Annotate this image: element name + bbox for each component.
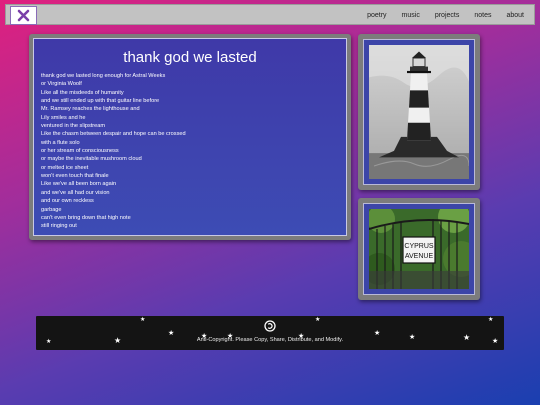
lighthouse-photo-frame [363, 39, 475, 185]
copyleft-icon [264, 320, 276, 332]
poem-line: Lily smiles and he [41, 114, 86, 121]
footer: ★ ★ ★ ★ ★ ★ ★ ★ ★ ★ ★ ★ ★ Anti-Copyright. Please Cop… [36, 316, 504, 350]
sign-line-1: CYPRUS [404, 243, 434, 250]
lighthouse-photo[interactable] [369, 45, 470, 179]
poem-line: Mr. Ramsey reaches the lighthouse and [41, 106, 140, 113]
star-icon: ★ [488, 317, 494, 323]
poem-line: Like we've all been born again [41, 181, 117, 188]
poem-line: or her stream of consciousness [41, 148, 119, 155]
nav-link-notes[interactable]: notes [474, 12, 491, 19]
street-sign-photo-panel: CYPRUS AVENUE [358, 198, 480, 300]
footer-copyright-text: Anti-Copyright. Please Copy, Share, Dist… [196, 337, 344, 343]
poem-line: and we still ended up with that guitar l… [41, 98, 160, 105]
sign-line-2: AVENUE [405, 253, 434, 260]
poem-line: or melted ice sheet [41, 164, 89, 171]
nav-link-music[interactable]: music [402, 12, 420, 19]
poem-line: or maybe the inevitable mushroom cloud [41, 156, 142, 163]
poem-line: or Virginia Woolf [41, 81, 82, 88]
poem-line: can't even bring down that high note [41, 214, 131, 221]
street-sign-photo[interactable]: CYPRUS AVENUE [363, 201, 479, 289]
poem-line: Like the chasm between despair and hope … [41, 131, 186, 138]
poem-content: thank god we lasted thank god we lasted … [33, 38, 347, 236]
nav-link-projects[interactable]: projects [435, 12, 460, 19]
lighthouse-photo-panel [358, 34, 480, 190]
poem-panel: thank god we lasted thank god we lasted … [29, 34, 351, 240]
poem-line: still ringing out [41, 223, 77, 230]
poem-line: with a flute solo [41, 139, 80, 146]
poem-body: thank god we lasted long enough for Astr… [41, 72, 339, 231]
poem-line: ventured in the slipstream [41, 123, 106, 130]
poem-title: thank god we lasted [123, 49, 257, 66]
star-icon: ★ [315, 317, 321, 323]
poem-line: won't even touch that finale [41, 173, 109, 180]
nav-link-poetry[interactable]: poetry [367, 12, 386, 19]
close-x-icon [17, 9, 30, 22]
poem-line: garbage [41, 206, 62, 213]
poem-line: and our own reckless [41, 198, 94, 205]
nav-menu: poetry music projects notes about [352, 5, 524, 26]
top-navigation-bar: poetry music projects notes about [5, 4, 535, 25]
star-icon: ★ [140, 317, 146, 323]
street-sign-photo-frame: CYPRUS AVENUE [363, 201, 479, 295]
home-logo-button[interactable] [10, 6, 37, 25]
poem-line: thank god we lasted long enough for Astr… [41, 73, 166, 79]
poem-line: Like all the misdeeds of humanity [41, 89, 124, 96]
nav-link-about[interactable]: about [506, 12, 524, 19]
poem-line: and we've all had our vision [41, 189, 110, 196]
